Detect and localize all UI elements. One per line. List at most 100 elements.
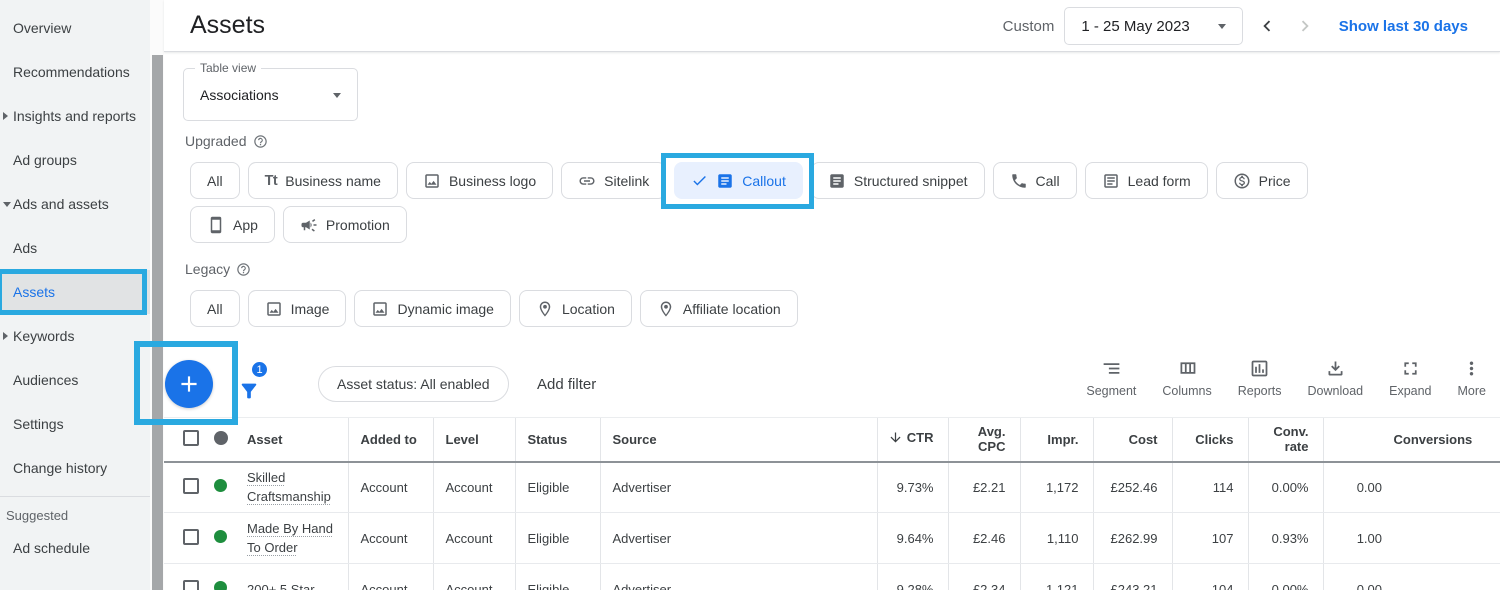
sidebar-item-keywords[interactable]: Keywords [0, 314, 150, 358]
more-button[interactable]: More [1458, 358, 1486, 398]
columns-button[interactable]: Columns [1162, 358, 1212, 398]
chip-location[interactable]: Location [518, 290, 632, 327]
column-header-level[interactable]: Level [432, 417, 515, 463]
date-range-type-label: Custom [1002, 17, 1055, 35]
cell-cost: £262.99 [1092, 512, 1172, 564]
chip-affiliate-location[interactable]: Affiliate location [639, 290, 798, 327]
sidebar-item-assets[interactable]: Assets [0, 269, 150, 315]
sidebar-item-audiences[interactable]: Audiences [0, 358, 150, 402]
chip-wrap: Affiliate location [639, 290, 798, 327]
next-date-range-button[interactable] [1291, 12, 1319, 40]
row-checkbox[interactable] [183, 579, 199, 590]
chip-price[interactable]: Price [1215, 162, 1308, 199]
sidebar-item-ad-groups[interactable]: Ad groups [0, 138, 150, 182]
sidebar-item-ad-schedule[interactable]: Ad schedule [0, 526, 150, 570]
column-header-status[interactable]: Status [514, 417, 600, 463]
chevron-right-icon [3, 332, 8, 340]
show-last-30-days-link[interactable]: Show last 30 days [1339, 18, 1468, 35]
column-header-added-to[interactable]: Added to [347, 417, 433, 463]
chip-wrap: Promotion [282, 206, 407, 243]
cell-clicks: 104 [1171, 563, 1248, 590]
column-header-conversions[interactable]: Conversions [1322, 417, 1500, 463]
chip-business-logo[interactable]: Business logo [405, 162, 554, 199]
row-select-cell [164, 512, 206, 564]
segment-icon [1101, 358, 1122, 379]
page-header: Assets Custom 1 - 25 May 2023 Show last … [164, 0, 1500, 52]
scrollbar-thumb[interactable] [152, 55, 163, 590]
column-header-source[interactable]: Source [599, 417, 877, 463]
page-title: Assets [190, 11, 266, 39]
cell-clicks: 114 [1171, 461, 1248, 513]
image-icon [423, 172, 441, 190]
sidebar-item-recommendations[interactable]: Recommendations [0, 50, 150, 94]
sidebar-item-label: Ad groups [13, 152, 77, 168]
cell-status: Eligible [514, 461, 600, 513]
add-filter-button[interactable]: Add filter [537, 366, 596, 402]
sidebar-item-ads[interactable]: Ads [0, 226, 150, 270]
status-column-dot-icon [214, 430, 228, 445]
chip-image[interactable]: Image [247, 290, 347, 327]
status-dot-enabled [214, 530, 227, 543]
chip-sitelink[interactable]: Sitelink [561, 162, 667, 199]
asset-name-link[interactable]: Skilled Craftsmanship [247, 470, 331, 504]
text-format-icon: Tt [264, 173, 278, 189]
chip-all[interactable]: All [190, 162, 240, 199]
sidebar-item-settings[interactable]: Settings [0, 402, 150, 446]
chip-lead-form[interactable]: Lead form [1084, 162, 1208, 199]
asset-status-filter-chip[interactable]: Asset status: All enabled [318, 366, 509, 402]
sidebar-scrollbar[interactable] [150, 0, 164, 590]
chip-wrap: Sitelink [561, 162, 667, 199]
chip-all[interactable]: All [190, 290, 240, 327]
select-all-checkbox[interactable] [183, 429, 199, 446]
add-asset-button[interactable] [165, 360, 213, 408]
date-range-picker[interactable]: 1 - 25 May 2023 [1064, 7, 1243, 45]
download-icon [1325, 358, 1346, 379]
chip-wrap: App [190, 206, 275, 243]
cell-conv_rate: 0.00% [1247, 461, 1323, 513]
column-header-cost[interactable]: Cost [1092, 417, 1172, 463]
column-header-label: Level [445, 431, 479, 447]
expand-button[interactable]: Expand [1389, 358, 1432, 398]
download-button[interactable]: Download [1308, 358, 1363, 398]
chip-wrap: Business logo [405, 162, 554, 199]
reports-button[interactable]: Reports [1238, 358, 1282, 398]
chip-wrap: Dynamic image [354, 290, 511, 327]
asset-name-link[interactable]: Made By Hand To Order [247, 521, 333, 555]
table-view-select[interactable]: Table view Associations [183, 61, 358, 121]
help-icon[interactable] [236, 262, 251, 277]
add-asset-button-wrap [134, 341, 238, 425]
table-toolbar-actions: Segment Columns Reports Download Expand More [1086, 358, 1486, 398]
column-header-avg-cpc[interactable]: Avg. CPC [947, 417, 1020, 463]
column-header-clicks[interactable]: Clicks [1171, 417, 1248, 463]
chip-callout[interactable]: Callout [674, 162, 803, 199]
chip-label: Price [1258, 172, 1291, 189]
chip-business-name[interactable]: Tt Business name [247, 162, 398, 199]
sidebar-item-insights-and-reports[interactable]: Insights and reports [0, 94, 150, 138]
previous-date-range-button[interactable] [1253, 12, 1281, 40]
segment-button[interactable]: Segment [1086, 358, 1136, 398]
sidebar-item-label: Audiences [13, 372, 79, 388]
chip-promotion[interactable]: Promotion [282, 206, 407, 243]
column-header-ctr[interactable]: CTR [876, 417, 948, 463]
row-checkbox[interactable] [183, 477, 199, 494]
help-icon[interactable] [253, 134, 268, 149]
column-header-impr[interactable]: Impr. [1019, 417, 1093, 463]
column-header-conv-rate[interactable]: Conv. rate [1247, 417, 1323, 463]
chip-call[interactable]: Call [992, 162, 1077, 199]
filter-button[interactable]: 1 [238, 360, 272, 402]
chip-app[interactable]: App [190, 206, 275, 243]
cell-conversions: 0.00 [1322, 461, 1500, 513]
image-icon [265, 300, 283, 318]
asset-name-link[interactable]: 200+ 5 Star [247, 582, 315, 590]
sidebar-item-change-history[interactable]: Change history [0, 446, 150, 490]
row-checkbox[interactable] [183, 528, 199, 545]
chip-dynamic-image[interactable]: Dynamic image [354, 290, 511, 327]
chip-structured-snippet[interactable]: Structured snippet [810, 162, 985, 199]
sidebar-item-label: Ads [13, 240, 38, 256]
column-header-asset[interactable]: Asset [242, 417, 348, 463]
sidebar-item-ads-and-assets[interactable]: Ads and assets [0, 182, 150, 226]
sidebar-item-overview[interactable]: Overview [0, 6, 150, 50]
chip-wrap: Price [1215, 162, 1308, 199]
date-range-value: 1 - 25 May 2023 [1081, 17, 1190, 35]
cell-source: Advertiser [599, 512, 877, 564]
